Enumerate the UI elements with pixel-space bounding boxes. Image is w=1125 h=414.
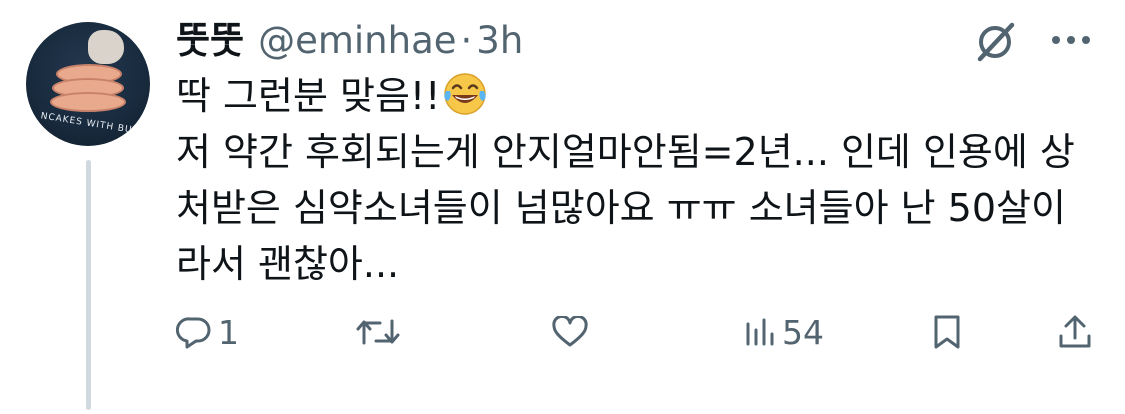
timestamp[interactable]: 3h (476, 16, 523, 66)
analytics-icon (744, 316, 776, 348)
retweet-button[interactable] (356, 308, 406, 356)
tweet-text-line: 라서 괜찮아... (176, 242, 400, 286)
share-icon (1058, 314, 1092, 350)
like-button[interactable] (552, 308, 594, 356)
reply-button[interactable]: 1 (176, 308, 239, 356)
heart-icon (552, 316, 588, 348)
tweet: NCAKES WITH BUTTE 뚯뚯 @eminhae · 3h 딱 그런분… (0, 0, 1125, 414)
avatar[interactable]: NCAKES WITH BUTTE (26, 22, 150, 146)
share-button[interactable] (1058, 308, 1092, 356)
action-bar: 1 54 (0, 300, 1125, 364)
avatar-hand-shape (88, 30, 124, 64)
tweet-text-line: 처받은 심약소녀들이 넘많아요 ㅠㅠ 소녀들아 난 50살이 (176, 186, 1066, 230)
tweet-header: 뚯뚯 @eminhae · 3h (176, 16, 523, 66)
grok-icon[interactable] (970, 17, 1020, 67)
more-options-icon[interactable] (1050, 30, 1092, 50)
thread-line (86, 160, 91, 410)
display-name[interactable]: 뚯뚯 (176, 16, 244, 66)
avatar-shirt-text: NCAKES WITH BUTTE (39, 111, 150, 139)
retweet-icon (356, 315, 400, 349)
bookmark-button[interactable] (932, 308, 962, 356)
tweet-text-line: 딱 그런분 맞음!! (176, 68, 1106, 124)
user-handle[interactable]: @eminhae (258, 16, 456, 66)
reply-icon (176, 315, 212, 349)
reply-count: 1 (218, 312, 239, 352)
face-with-tears-of-joy-icon (442, 71, 488, 117)
bookmark-icon (932, 314, 962, 350)
tweet-text-line: 저 약간 후회되는게 안지얼마안됨=2년... 인데 인용에 상 (176, 130, 1075, 174)
separator-dot: · (460, 19, 473, 62)
avatar-pancake (50, 92, 126, 112)
views-count: 54 (782, 312, 824, 352)
tweet-text: 딱 그런분 맞음!! 저 약간 후회되는게 안지얼마안됨=2년... 인데 인용… (176, 68, 1106, 292)
views-button[interactable]: 54 (744, 308, 824, 356)
